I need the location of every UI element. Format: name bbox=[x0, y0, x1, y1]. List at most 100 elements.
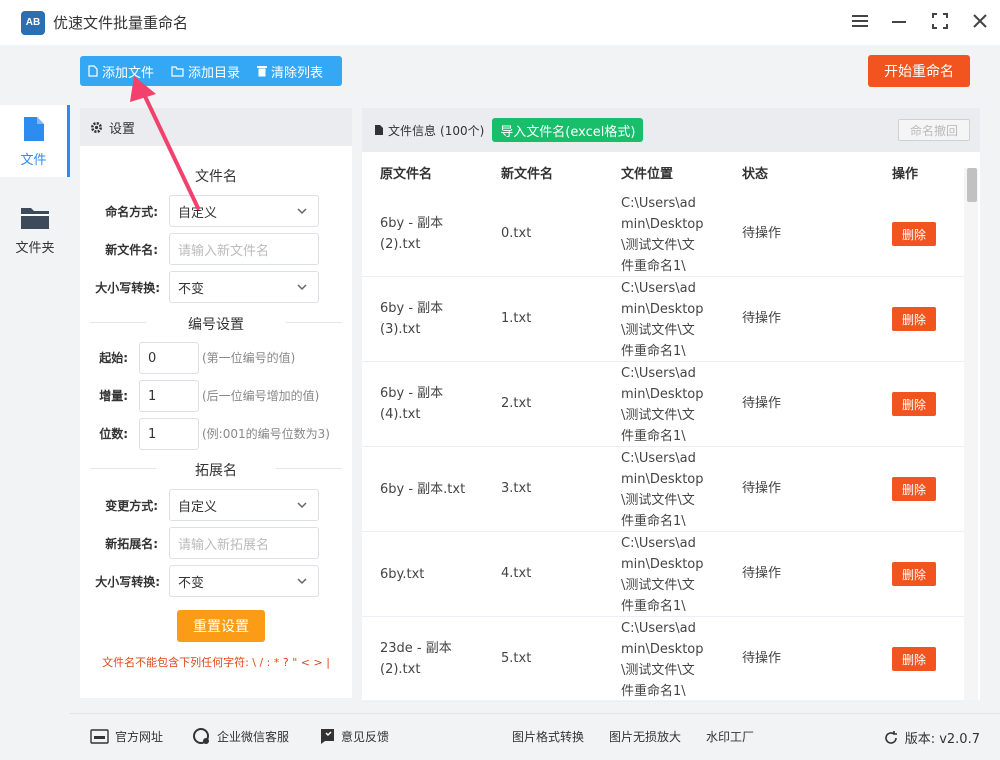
feedback-link[interactable]: 意见反馈 bbox=[320, 728, 389, 745]
table-row[interactable]: 6by - 副本 (4).txt 2.txt C:\Users\ad min\Deskt… bbox=[362, 362, 964, 447]
col-location[interactable]: 文件位置 bbox=[621, 152, 673, 192]
filename-case-select[interactable]: 不变 bbox=[169, 271, 319, 303]
location-line: \测试文件\文 bbox=[621, 238, 695, 253]
original-name-cell: 23de - 副本 (2).txt bbox=[380, 638, 452, 680]
original-name-line: (4).txt bbox=[380, 407, 421, 422]
table-row[interactable]: 6by.txt 4.txt C:\Users\ad min\Desktop \测试文件\… bbox=[362, 532, 964, 617]
delete-button[interactable]: 删除 bbox=[892, 477, 936, 501]
image-convert-link[interactable]: 图片格式转换 bbox=[512, 728, 584, 745]
nav-item-file[interactable]: 文件 bbox=[0, 105, 70, 177]
add-file-button[interactable]: 添加文件 bbox=[88, 62, 154, 81]
folder-icon bbox=[21, 208, 49, 229]
refresh-icon[interactable] bbox=[883, 730, 899, 746]
chevron-down-icon bbox=[297, 502, 307, 509]
status-cell: 待操作 bbox=[742, 481, 782, 496]
reset-settings-button[interactable]: 重置设置 bbox=[177, 610, 265, 642]
version-info: 版本: v2.0.7 bbox=[883, 728, 980, 747]
filename-case-value: 不变 bbox=[178, 281, 205, 297]
new-name-cell: 5.txt bbox=[501, 651, 532, 666]
table-row[interactable]: 6by - 副本.txt 3.txt C:\Users\ad min\Desktop \… bbox=[362, 447, 964, 532]
minimize-icon[interactable] bbox=[880, 0, 920, 42]
location-line: C:\Users\ad bbox=[621, 536, 696, 551]
delete-button[interactable]: 删除 bbox=[892, 307, 936, 331]
delete-button[interactable]: 删除 bbox=[892, 562, 936, 586]
naming-mode-select[interactable]: 自定义 bbox=[169, 195, 319, 227]
invalid-chars-warning: 文件名不能包含下列任何字符: \ / : * ? " < > | bbox=[102, 656, 330, 669]
scroll-thumb[interactable] bbox=[967, 168, 977, 202]
app-title: 优速文件批量重命名 bbox=[53, 14, 189, 32]
delete-button[interactable]: 删除 bbox=[892, 647, 936, 671]
original-name-line: 23de - 副本 bbox=[380, 641, 452, 656]
close-icon[interactable] bbox=[960, 0, 1000, 42]
settings-panel: 设置 文件名 命名方式: 自定义 新文件名: 请输入新文件名 大小写转换: 不变… bbox=[80, 108, 352, 698]
menu-icon[interactable] bbox=[840, 0, 880, 42]
new-ext-label: 新拓展名: bbox=[105, 537, 158, 551]
status-cell: 待操作 bbox=[742, 396, 782, 411]
new-name-cell: 0.txt bbox=[501, 226, 532, 241]
status-cell: 待操作 bbox=[742, 311, 782, 326]
import-excel-button[interactable]: 导入文件名(excel格式) bbox=[492, 118, 644, 142]
feedback-label: 意见反馈 bbox=[341, 730, 390, 744]
numbering-section-title: 编号设置 bbox=[146, 314, 286, 334]
increment-input[interactable]: 1 bbox=[139, 380, 199, 412]
extension-section-title: 拓展名 bbox=[156, 460, 276, 480]
location-line: min\Desktop bbox=[621, 472, 704, 487]
settings-header: 设置 bbox=[80, 108, 352, 146]
start-number-input[interactable]: 0 bbox=[139, 342, 199, 374]
file-info-label: 文件信息 bbox=[388, 123, 437, 138]
new-name-cell: 3.txt bbox=[501, 481, 532, 496]
table-row[interactable]: 6by - 副本 (2).txt 0.txt C:\Users\ad min\Deskt… bbox=[362, 192, 964, 277]
file-count: (100个) bbox=[440, 123, 485, 138]
ext-case-value: 不变 bbox=[178, 575, 205, 591]
scrollbar[interactable] bbox=[964, 168, 978, 700]
gear-icon bbox=[90, 121, 103, 134]
status-cell: 待操作 bbox=[742, 651, 782, 666]
website-link[interactable]: 官方网址 bbox=[90, 728, 163, 745]
ext-case-select[interactable]: 不变 bbox=[169, 565, 319, 597]
watermark-link[interactable]: 水印工厂 bbox=[706, 728, 754, 745]
start-number-hint: (第一位编号的值) bbox=[202, 351, 296, 365]
table-row[interactable]: 23de - 副本 (2).txt 5.txt C:\Users\ad min\Desk… bbox=[362, 617, 964, 702]
website-icon bbox=[90, 729, 109, 744]
naming-mode-label: 命名方式: bbox=[105, 205, 158, 219]
location-line: \测试文件\文 bbox=[621, 408, 695, 423]
location-line: min\Desktop bbox=[621, 302, 704, 317]
clear-list-label: 清除列表 bbox=[271, 65, 324, 81]
add-file-label: 添加文件 bbox=[102, 65, 155, 81]
nav-item-folder[interactable]: 文件夹 bbox=[0, 205, 70, 265]
digits-input[interactable]: 1 bbox=[139, 418, 199, 450]
delete-button[interactable]: 删除 bbox=[892, 392, 936, 416]
website-label: 官方网址 bbox=[115, 730, 164, 744]
new-ext-input[interactable]: 请输入新拓展名 bbox=[169, 527, 319, 559]
maximize-icon[interactable] bbox=[920, 0, 960, 42]
wechat-icon bbox=[192, 728, 211, 745]
ext-mode-select[interactable]: 自定义 bbox=[169, 489, 319, 521]
location-line: 件重命名1\ bbox=[621, 429, 686, 444]
original-name-cell: 6by - 副本 (2).txt bbox=[380, 213, 443, 255]
add-directory-button[interactable]: 添加目录 bbox=[171, 62, 240, 81]
ext-case-label: 大小写转换: bbox=[95, 575, 160, 589]
clear-list-button[interactable]: 清除列表 bbox=[257, 62, 323, 81]
original-name-cell: 6by.txt bbox=[380, 564, 424, 585]
nav-item-file-label: 文件 bbox=[20, 153, 47, 168]
title-bar: AB 优速文件批量重命名 bbox=[0, 0, 1000, 45]
new-filename-input[interactable]: 请输入新文件名 bbox=[169, 233, 319, 265]
col-status[interactable]: 状态 bbox=[742, 152, 768, 192]
col-action[interactable]: 操作 bbox=[892, 152, 918, 192]
col-original-name[interactable]: 原文件名 bbox=[380, 152, 432, 192]
footer: 官方网址 企业微信客服 意见反馈 图片格式转换 图片无损放大 水印工厂 版本: … bbox=[70, 713, 1000, 760]
location-line: C:\Users\ad bbox=[621, 451, 696, 466]
delete-button[interactable]: 删除 bbox=[892, 222, 936, 246]
col-new-name[interactable]: 新文件名 bbox=[501, 152, 553, 192]
window-controls bbox=[840, 0, 1000, 45]
wechat-support-link[interactable]: 企业微信客服 bbox=[192, 728, 289, 745]
original-name-line: (2).txt bbox=[380, 237, 421, 252]
start-rename-button[interactable]: 开始重命名 bbox=[868, 55, 970, 87]
location-line: 件重命名1\ bbox=[621, 344, 686, 359]
location-cell: C:\Users\ad min\Desktop \测试文件\文 件重命名1\ bbox=[621, 533, 704, 617]
image-enlarge-link[interactable]: 图片无损放大 bbox=[609, 728, 681, 745]
undo-rename-button[interactable]: 命名撤回 bbox=[898, 119, 970, 141]
original-name-line: 6by - 副本.txt bbox=[380, 481, 466, 497]
table-row[interactable]: 6by - 副本 (3).txt 1.txt C:\Users\ad min\Deskt… bbox=[362, 277, 964, 362]
location-cell: C:\Users\ad min\Desktop \测试文件\文 件重命名1\ bbox=[621, 278, 704, 362]
